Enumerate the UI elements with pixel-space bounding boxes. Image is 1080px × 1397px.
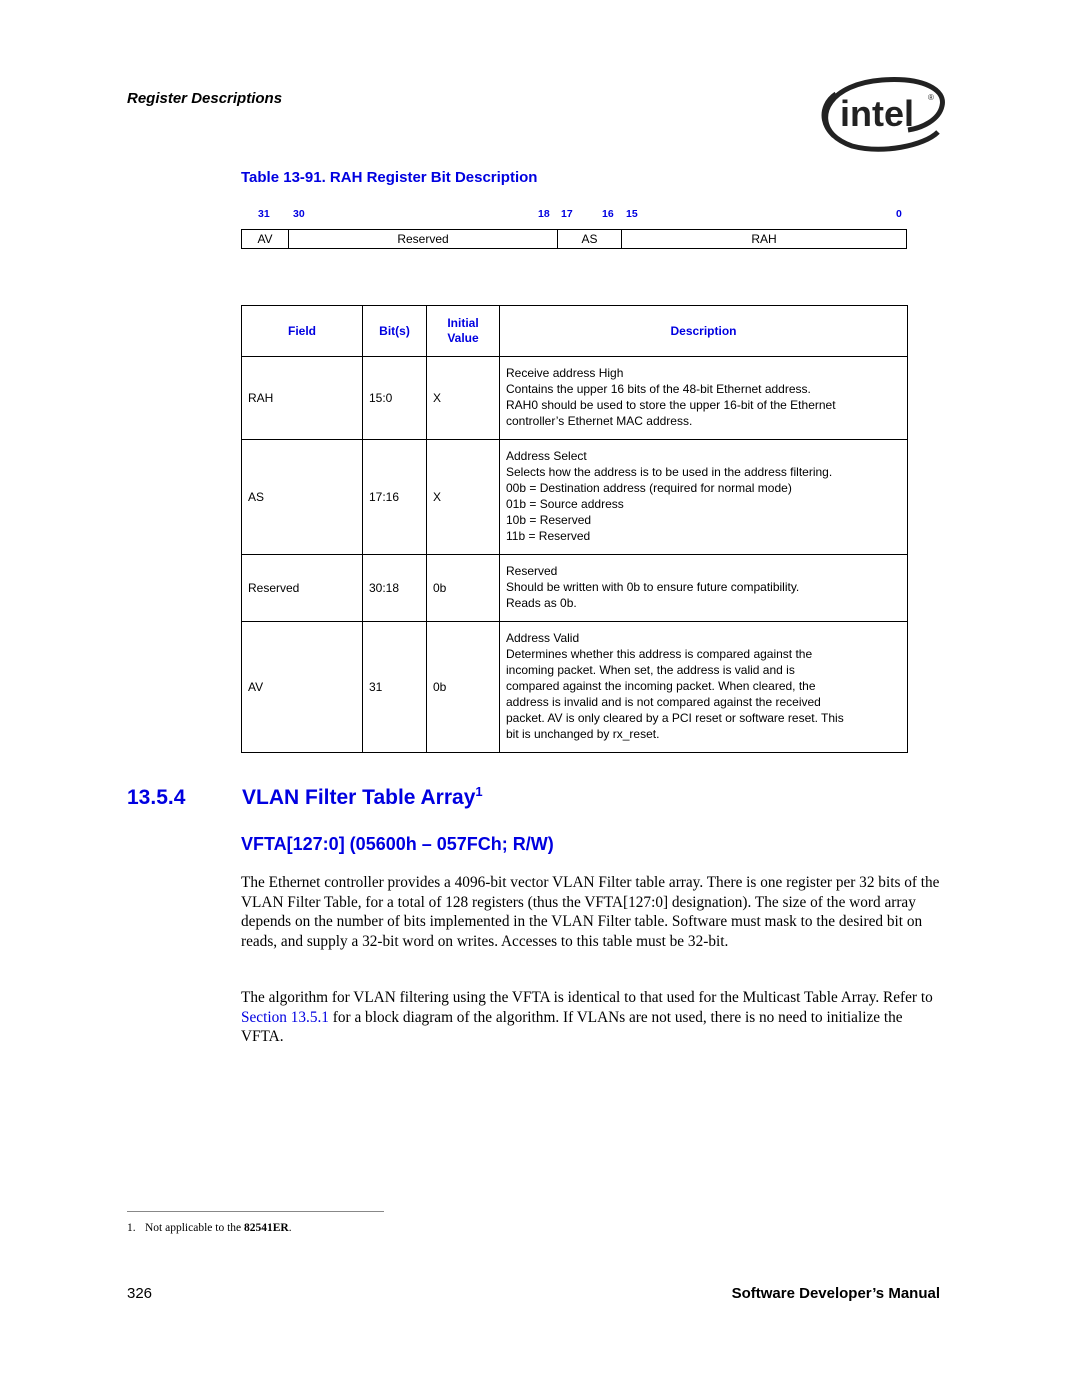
reg-field-reserved: Reserved (289, 230, 558, 248)
cell-description: Reserved Should be written with 0b to ens… (499, 554, 908, 622)
page-number: 326 (127, 1285, 153, 1302)
description-line: RAH0 should be used to store the upper 1… (506, 398, 836, 412)
bit-number: 17 (561, 208, 573, 220)
intel-logo-icon: intel ® (821, 77, 945, 152)
table-row: AV 31 0b Address Valid Determines whether th… (241, 621, 908, 753)
description-line: Contains the upper 16 bits of the 48-bit… (506, 382, 811, 396)
footnote-ref: 1 (475, 784, 483, 799)
cell-field: Reserved (241, 554, 363, 622)
cell-initial: X (426, 356, 500, 440)
description-line: bit is unchanged by rx_reset. (506, 727, 660, 741)
cell-field: RAH (241, 356, 363, 440)
description-line: incoming packet. When set, the address i… (506, 663, 795, 677)
table-caption: Table 13-91. RAH Register Bit Descriptio… (241, 169, 538, 186)
bit-number: 18 (538, 208, 550, 220)
cell-description: Address Select Selects how the address is… (499, 439, 908, 555)
cell-bits: 15:0 (362, 356, 427, 440)
header-initial-value: Initial Value (426, 305, 500, 357)
bit-number: 16 (602, 208, 614, 220)
description-line: compared against the incoming packet. Wh… (506, 679, 816, 693)
description-line: Reserved (506, 564, 558, 578)
paragraph-1: The Ethernet controller provides a 4096-… (241, 874, 940, 950)
intel-logo: intel ® (812, 76, 948, 154)
section-title: VLAN Filter Table Array (242, 786, 476, 809)
section-link[interactable]: Section 13.5.1 (241, 1009, 329, 1026)
cell-bits: 31 (362, 621, 427, 753)
header-field: Field (241, 305, 363, 357)
table-row: AS 17:16 X Address Select Selects how the ad… (241, 439, 908, 555)
footnote: 1. Not applicable to the 82541ER. (127, 1222, 292, 1234)
bit-description-table: Field Bit(s) Initial Value Description RA… (241, 305, 908, 753)
cell-description: Receive address High Contains the upper 1… (499, 356, 908, 440)
description-line: Determines whether this address is compa… (506, 647, 813, 661)
description-line: packet. AV is only cleared by a PCI rese… (506, 711, 844, 725)
paragraph-2: The algorithm for VLAN filtering using t… (241, 989, 933, 1045)
register-bit-layout: AV Reserved AS RAH (241, 229, 907, 249)
reg-field-as: AS (558, 230, 622, 248)
cell-field: AV (241, 621, 363, 753)
bit-number-row: 31 30 18 17 16 15 0 (241, 208, 907, 224)
bit-number: 15 (626, 208, 638, 220)
description-line: Receive address High (506, 366, 624, 380)
description-line: controller’s Ethernet MAC address. (506, 414, 693, 428)
description-line: Selects how the address is to be used in… (506, 465, 833, 479)
description-line: 11b = Reserved (506, 529, 591, 543)
description-line: Address Select (506, 449, 587, 463)
description-line: Should be written with 0b to ensure futu… (506, 580, 800, 594)
description-line: address is invalid and is not compared a… (506, 695, 821, 709)
cell-bits: 17:16 (362, 439, 427, 555)
footnote-divider (127, 1211, 384, 1212)
bit-number: 31 (258, 208, 270, 220)
cell-bits: 30:18 (362, 554, 427, 622)
svg-text:®: ® (928, 93, 934, 102)
description-line: 10b = Reserved (506, 513, 592, 527)
cell-description: Address Valid Determines whether this add… (499, 621, 908, 753)
svg-text:intel: intel (840, 93, 914, 134)
cell-initial: 0b (426, 621, 500, 753)
description-line: Reads as 0b. (506, 596, 577, 610)
reg-field-rah: RAH (751, 232, 777, 246)
table-row: RAH 15:0 X Receive address High Contains the… (241, 356, 908, 440)
description-line: 01b = Source address (506, 497, 624, 511)
running-head: Register Descriptions (127, 90, 283, 107)
register-heading: VFTA[127:0] (05600h – 057FCh; R/W) (241, 834, 554, 854)
description-line: Address Valid (506, 631, 580, 645)
header-bits: Bit(s) (362, 305, 427, 357)
section-heading: 13.5.4 VLAN Filter Table Array1 (127, 784, 483, 810)
cell-field: AS (241, 439, 363, 555)
description-line: 00b = Destination address (required for … (506, 481, 792, 495)
table-header-row: Field Bit(s) Initial Value Description (241, 305, 908, 357)
cell-initial: 0b (426, 554, 500, 622)
header-description: Description (499, 305, 908, 357)
manual-title: Software Developer’s Manual (731, 1285, 940, 1302)
section-number: 13.5.4 (127, 786, 186, 809)
table-row: Reserved 30:18 0b Reserved Should be written… (241, 554, 908, 622)
bit-number: 30 (293, 208, 305, 220)
bit-number: 0 (896, 208, 902, 220)
reg-field-av: AV (242, 230, 289, 248)
cell-initial: X (426, 439, 500, 555)
